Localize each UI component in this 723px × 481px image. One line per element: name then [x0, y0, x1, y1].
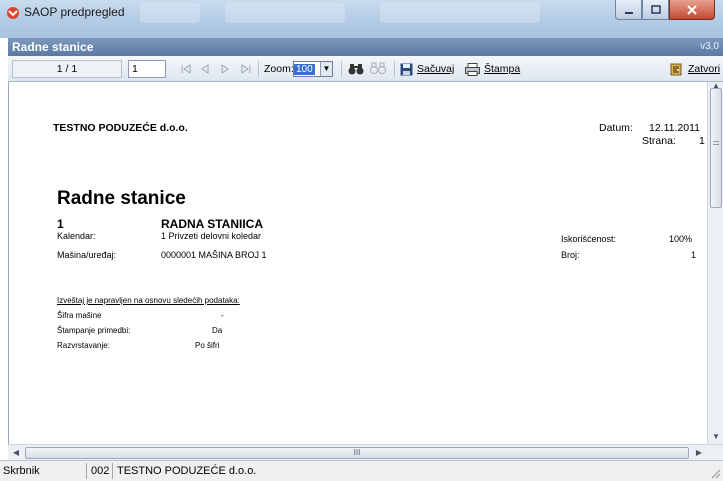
- version-label: v3.0: [700, 41, 719, 52]
- last-page-button[interactable]: [240, 60, 252, 78]
- utilization-label: Iskorišćenost:: [561, 234, 617, 244]
- maximize-button[interactable]: [642, 0, 669, 20]
- next-page-icon: [221, 64, 229, 74]
- status-divider: [112, 463, 113, 479]
- save-button[interactable]: Sačuvaj: [400, 60, 454, 78]
- calendar-value: 1 Privzeti delovni koledar: [161, 231, 262, 241]
- utilization-value: 100%: [669, 234, 693, 244]
- background-tab: [140, 3, 200, 23]
- grip-icon: III: [353, 448, 361, 457]
- basis-value: Da: [212, 326, 223, 335]
- basis-label: Šifra mašine: [57, 311, 102, 320]
- last-page-icon: [241, 64, 251, 74]
- status-company-name: TESTNO PODUZEĆE d.o.o.: [117, 465, 257, 477]
- close-report-button[interactable]: Zatvori: [670, 60, 720, 78]
- print-button[interactable]: Štampa: [465, 60, 520, 78]
- basis-value: Po šifri: [195, 341, 220, 350]
- date-label: Datum:: [599, 122, 633, 134]
- page-count: 1 / 1: [12, 60, 122, 78]
- find-next-button[interactable]: [370, 60, 388, 78]
- status-user-label: Skrbnik: [3, 465, 40, 477]
- basis-value: -: [221, 311, 224, 320]
- background-tab: [380, 3, 540, 23]
- zoom-label: Zoom:: [264, 63, 294, 75]
- binoculars-next-icon: [370, 62, 386, 74]
- machine-value: 0000001 MAŠINA BROJ 1: [161, 250, 267, 260]
- toolbar-separator: [394, 61, 395, 77]
- machine-label: Mašina/uređaj:: [57, 250, 117, 260]
- background-tab: [225, 3, 345, 23]
- scroll-right-arrow-icon[interactable]: ▶: [691, 445, 707, 461]
- basis-title: Izveštaj je napravljen na osnovu sledeći…: [57, 296, 240, 305]
- previous-page-button[interactable]: [200, 60, 210, 78]
- printer-icon: [465, 62, 480, 76]
- scroll-left-arrow-icon[interactable]: ◀: [8, 445, 24, 461]
- calendar-label: Kalendar:: [57, 231, 96, 241]
- vertical-scrollbar[interactable]: ▲ ▼: [707, 82, 723, 444]
- find-button[interactable]: [348, 60, 364, 78]
- basis-label: Štampanje primedbi:: [57, 326, 131, 335]
- horizontal-scroll-thumb[interactable]: III: [25, 447, 689, 459]
- station-number: 1: [57, 217, 64, 231]
- first-page-button[interactable]: [180, 60, 192, 78]
- status-bar: Skrbnik 002 TESTNO PODUZEĆE d.o.o.: [0, 460, 723, 481]
- save-label: Sačuvaj: [417, 63, 455, 75]
- report-header-bar: Radne stanice v3.0: [8, 38, 723, 56]
- page-number-input[interactable]: 1: [128, 60, 166, 78]
- resize-grip-icon[interactable]: [709, 467, 721, 479]
- next-page-button[interactable]: [220, 60, 230, 78]
- print-label: Štampa: [484, 63, 521, 75]
- close-door-icon: [670, 63, 682, 75]
- status-divider: [86, 463, 87, 479]
- vertical-scroll-thumb[interactable]: [710, 88, 722, 208]
- basis-label: Razvrstavanje:: [57, 341, 110, 350]
- close-label: Zatvori: [688, 63, 721, 75]
- app-icon: [7, 7, 19, 19]
- minimize-icon: [624, 11, 633, 14]
- scroll-down-arrow-icon[interactable]: ▼: [708, 432, 723, 442]
- company-name: TESTNO PODUZEĆE d.o.o.: [53, 122, 188, 134]
- toolbar: 1 / 1 1 Zoom: 100 ▼ Sačuvaj Štampa Zatvo…: [8, 56, 723, 82]
- window-controls: [615, 0, 715, 20]
- zoom-select[interactable]: 100 ▼: [293, 61, 333, 77]
- count-value: 1: [691, 250, 697, 260]
- maximize-icon: [650, 4, 661, 14]
- floppy-disk-icon: [400, 63, 413, 75]
- previous-page-icon: [201, 64, 209, 74]
- first-page-icon: [181, 64, 191, 74]
- page-value: 1: [699, 135, 705, 147]
- binoculars-icon: [348, 64, 364, 75]
- close-icon: [687, 4, 697, 15]
- report-viewport[interactable]: TESTNO PODUZEĆE d.o.o. Datum: 12.11.2011…: [8, 82, 707, 444]
- page-label: Strana:: [642, 135, 676, 147]
- window-titlebar[interactable]: SAOP predpregled: [0, 0, 723, 38]
- chevron-down-icon: ▼: [320, 62, 332, 76]
- count-label: Broj:: [561, 250, 580, 260]
- horizontal-scrollbar[interactable]: ◀ III ▶: [8, 444, 723, 460]
- toolbar-separator: [258, 61, 259, 77]
- date-value: 12.11.2011: [649, 122, 700, 134]
- minimize-button[interactable]: [615, 0, 642, 20]
- report-heading: Radne stanice: [57, 188, 186, 209]
- close-window-button[interactable]: [669, 0, 715, 20]
- station-name: RADNA STANIICA: [161, 217, 263, 231]
- toolbar-separator: [341, 61, 342, 77]
- window-title: SAOP predpregled: [24, 5, 125, 19]
- status-company-code: 002: [91, 465, 110, 477]
- report-title: Radne stanice: [12, 40, 94, 54]
- grip-icon: [713, 141, 719, 145]
- zoom-value: 100: [294, 63, 315, 75]
